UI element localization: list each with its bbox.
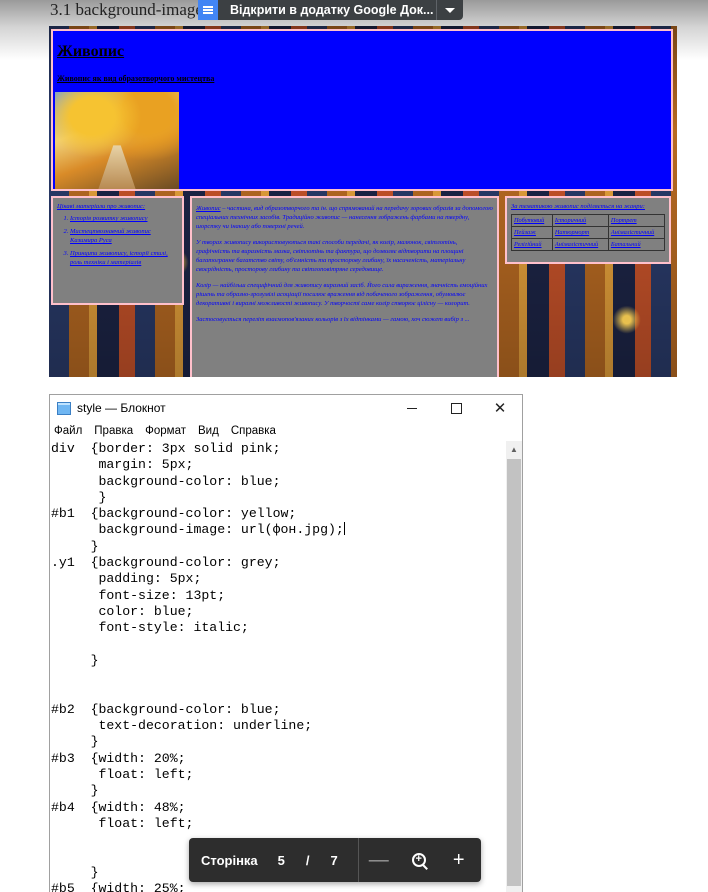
menu-bar: Файл Правка Формат Вид Справка <box>50 422 522 440</box>
zoom-in-button[interactable]: + <box>439 838 479 882</box>
code-line: margin: 5px; <box>51 457 194 473</box>
links-heading: Цікаві матеріали про живопис: <box>57 203 146 210</box>
window-title: style — Блокнот <box>77 401 166 415</box>
genre-cell[interactable]: Релігійний <box>511 238 553 251</box>
code-line: div {border: 3px solid pink; <box>51 441 281 456</box>
text-caret <box>343 522 345 536</box>
open-in-app-label: Відкрити в додатку Google Док... <box>230 3 434 17</box>
zoom-fit-button[interactable]: + <box>399 838 439 882</box>
paragraph-4: Застосовується переліт взаємопов'язаних … <box>196 316 470 323</box>
vertical-scrollbar[interactable]: ▲ <box>506 441 522 892</box>
code-line: #b1 {background-color: yellow; <box>51 506 297 522</box>
code-line: float: left; <box>51 766 194 782</box>
code-line: float: left; <box>51 815 194 831</box>
menu-format[interactable]: Формат <box>141 422 194 440</box>
links-column: Цікаві матеріали про живопис: Історія ро… <box>51 196 184 305</box>
minimize-button[interactable] <box>390 395 434 421</box>
page-title: Живопис <box>57 43 125 60</box>
genre-cell[interactable]: Пейзаж <box>511 226 553 239</box>
code-line: text-decoration: underline; <box>51 718 313 734</box>
genre-cell[interactable]: Анімалістичний <box>607 226 666 239</box>
menu-help[interactable]: Справка <box>227 422 284 440</box>
link-item[interactable]: Мистецтвознавчий живопис Казимира Руса <box>70 227 178 245</box>
term-highlight: Живопис <box>196 205 221 212</box>
open-in-app-button[interactable]: Відкрити в додатку Google Док... <box>198 0 463 20</box>
genres-column: За тематикою живопис поділяється на жанр… <box>505 196 671 264</box>
total-pages: 7 <box>330 852 338 868</box>
genre-cell[interactable]: Анімалістичний <box>551 238 609 251</box>
code-line: .y1 {background-color: grey; <box>51 555 281 571</box>
code-line: } <box>51 538 99 554</box>
table-row: Пейзаж Натюрморт Анімалістичний <box>511 226 666 239</box>
page-label: Сторінка <box>201 852 258 868</box>
genre-cell[interactable]: Портрет <box>607 214 666 227</box>
notepad-icon <box>57 401 71 415</box>
code-line: #b2 {background-color: blue; <box>51 701 281 717</box>
menu-edit[interactable]: Правка <box>90 422 141 440</box>
code-line: font-size: 13pt; <box>51 587 226 603</box>
links-list: Історія розвитку живопису Мистецтвознавч… <box>57 214 178 267</box>
genre-cell[interactable]: Натюрморт <box>551 226 609 239</box>
chevron-down-icon[interactable] <box>436 0 463 20</box>
header-block: Живопис Живопис як вид образотворчого ми… <box>51 29 673 191</box>
code-line: } <box>51 734 99 750</box>
code-line: background-image: url(фон.jpg); <box>51 522 345 538</box>
minimize-icon <box>407 407 417 409</box>
table-row: Побутовий Історичний Портрет <box>511 214 666 227</box>
maximize-icon <box>450 402 462 414</box>
code-line: } <box>51 783 99 799</box>
webpage-screenshot: Живопис Живопис як вид образотворчого ми… <box>49 26 677 377</box>
code-line: #b3 {width: 20%; <box>51 750 186 766</box>
plus-icon: + <box>452 848 465 871</box>
genres-heading: За тематикою живопис поділяється на жанр… <box>511 203 645 210</box>
page-separator: / <box>305 852 310 868</box>
code-line: #b5 {width: 25%; <box>51 881 186 892</box>
genre-cell[interactable]: Батальний <box>607 238 666 251</box>
menu-file[interactable]: Файл <box>50 422 90 440</box>
menu-view[interactable]: Вид <box>194 422 227 440</box>
content-column: Живопис – частина, вид образотворчого та… <box>190 196 499 377</box>
minus-icon: — <box>368 848 389 871</box>
link-item[interactable]: Історія розвитку живопису <box>70 214 178 223</box>
table-row: Релігійний Анімалістичний Батальний <box>511 238 666 251</box>
notepad-window: style — Блокнот ✕ Файл Правка Формат Вид… <box>49 394 523 892</box>
page-navigator: Сторінка 5 / 7 — + + <box>189 838 481 882</box>
maximize-button[interactable] <box>434 395 478 421</box>
link-item[interactable]: Принципи живопису, історії стилі, роль т… <box>70 249 178 267</box>
close-icon: ✕ <box>493 399 507 417</box>
genre-cell[interactable]: Історичний <box>551 214 609 227</box>
zoom-out-button[interactable]: — <box>359 838 399 882</box>
code-line: } <box>51 652 99 668</box>
close-button[interactable]: ✕ <box>478 395 522 421</box>
paragraph-1: Живопис – частина, вид образотворчого та… <box>196 204 493 231</box>
zoom-icon: + <box>411 853 428 870</box>
google-docs-icon <box>198 0 218 20</box>
paragraph-1-text: – частина, вид образотворчого та ін. що … <box>196 205 493 230</box>
paragraph-2: У творах живопису використовуються такі … <box>196 239 466 273</box>
code-line: padding: 5px; <box>51 571 202 587</box>
text-editor[interactable]: div {border: 3px solid pink; margin: 5px… <box>50 441 506 892</box>
paragraph-3: Колір — найбільш специфічний для живопис… <box>196 282 488 307</box>
scrollbar-thumb[interactable] <box>507 459 521 886</box>
code-line: } <box>51 489 107 505</box>
code-line: background-color: blue; <box>51 473 281 489</box>
genres-table: Побутовий Історичний Портрет Пейзаж Натю… <box>511 214 666 251</box>
genre-cell[interactable]: Побутовий <box>511 214 553 227</box>
code-line: font-style: italic; <box>51 620 249 636</box>
current-page[interactable]: 5 <box>278 853 285 868</box>
page-subtitle: Живопис як вид образотворчого мистецтва <box>57 74 215 83</box>
scroll-up-icon[interactable]: ▲ <box>506 441 522 457</box>
autumn-painting-image <box>55 92 179 189</box>
window-titlebar[interactable]: style — Блокнот ✕ <box>50 395 522 421</box>
code-line: color: blue; <box>51 603 194 619</box>
code-line: #b4 {width: 48%; <box>51 799 186 815</box>
